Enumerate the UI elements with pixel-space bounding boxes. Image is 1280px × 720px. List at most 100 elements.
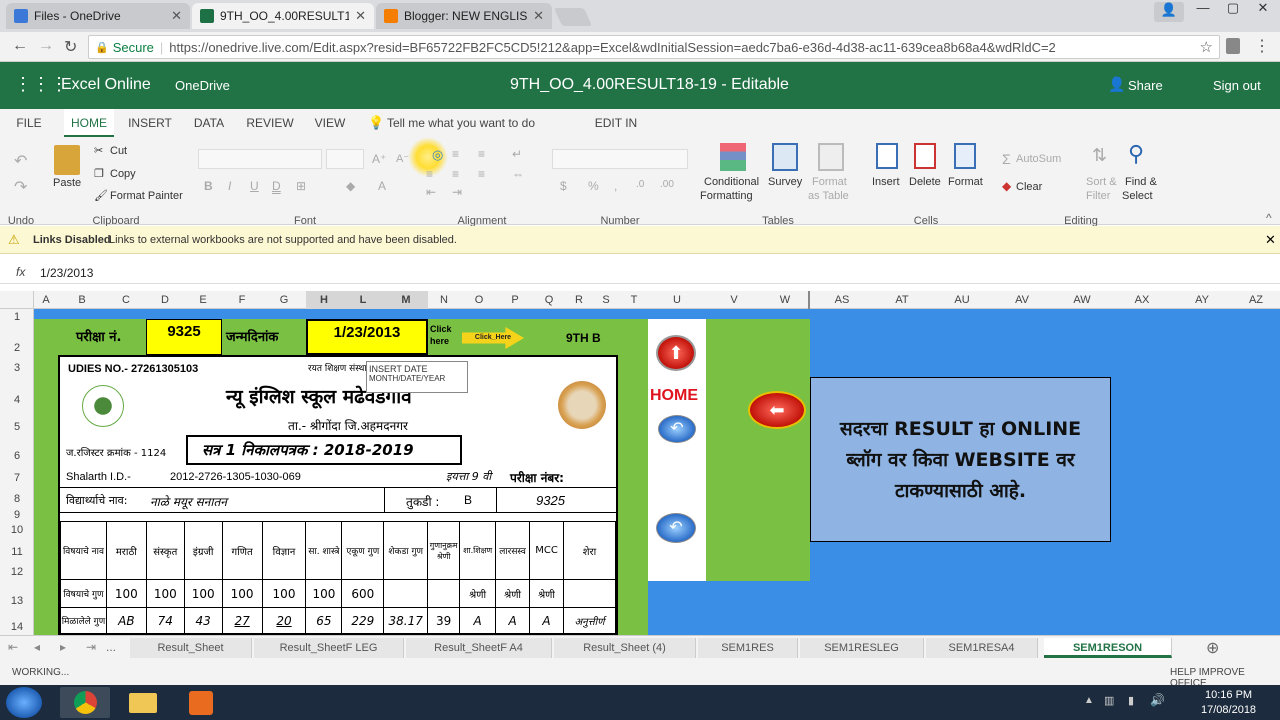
- table-cell[interactable]: 27: [221, 607, 263, 634]
- tab-insert[interactable]: INSERT: [124, 109, 176, 137]
- format-cells-button[interactable]: Format: [948, 176, 983, 188]
- column-header[interactable]: AU: [932, 291, 992, 309]
- table-cell[interactable]: 74: [145, 607, 185, 634]
- function-icon[interactable]: fx: [16, 265, 25, 279]
- table-cell[interactable]: AB: [105, 607, 147, 634]
- tab-home[interactable]: HOME: [64, 109, 114, 137]
- column-header[interactable]: P: [498, 291, 532, 309]
- wrap-text-icon[interactable]: ↵: [512, 147, 522, 161]
- column-header[interactable]: W: [762, 291, 810, 309]
- column-header[interactable]: D: [146, 291, 184, 309]
- column-header[interactable]: G: [262, 291, 306, 309]
- fill-color-icon[interactable]: ◆: [346, 179, 355, 193]
- left-arrow-button[interactable]: ⬅: [748, 391, 806, 429]
- autosum-button[interactable]: AutoSum: [1016, 153, 1061, 165]
- column-header[interactable]: AY: [1172, 291, 1232, 309]
- table-cell[interactable]: 43: [183, 607, 223, 634]
- dob-cell[interactable]: 1/23/2013: [306, 319, 428, 355]
- currency-icon[interactable]: $: [560, 179, 567, 193]
- network-icon[interactable]: ▥: [1104, 694, 1114, 707]
- up-arrow-button[interactable]: ⬆: [656, 335, 696, 371]
- column-header[interactable]: U: [648, 291, 706, 309]
- table-cell[interactable]: A: [459, 607, 497, 634]
- student-name[interactable]: नाळे मयूर सनातन: [150, 493, 227, 510]
- column-header[interactable]: A: [34, 291, 58, 309]
- survey-button[interactable]: Survey: [768, 176, 802, 188]
- more-sheets-icon[interactable]: ...: [106, 640, 116, 654]
- new-tab-button[interactable]: [553, 8, 593, 26]
- table-cell[interactable]: 100: [305, 579, 343, 608]
- table-cell[interactable]: 600: [341, 579, 385, 608]
- battery-icon[interactable]: ▮: [1128, 694, 1134, 707]
- column-header[interactable]: AS: [812, 291, 872, 309]
- delete-cells-button[interactable]: Delete: [909, 176, 941, 188]
- select-all-corner[interactable]: [0, 291, 34, 309]
- column-header[interactable]: C: [106, 291, 146, 309]
- column-header[interactable]: V: [706, 291, 762, 309]
- decrease-decimal-icon[interactable]: .00: [660, 179, 674, 190]
- clock-date[interactable]: 17/08/2018: [1201, 704, 1256, 716]
- table-cell[interactable]: 100: [105, 579, 147, 608]
- row-header[interactable]: 6: [0, 450, 34, 462]
- row-header[interactable]: 1: [0, 311, 34, 323]
- bold-icon[interactable]: B: [204, 179, 213, 193]
- tell-me-input[interactable]: Tell me what you want to do: [386, 109, 536, 137]
- sheet-tab[interactable]: SEM1RESA4: [926, 638, 1038, 658]
- font-color-icon[interactable]: A: [378, 179, 386, 193]
- row-header[interactable]: 4: [0, 394, 34, 406]
- extension-icon[interactable]: [1226, 38, 1240, 54]
- align-middle-icon[interactable]: ≡: [478, 147, 485, 161]
- table-cell[interactable]: 65: [305, 607, 343, 634]
- column-header[interactable]: N: [428, 291, 460, 309]
- sheet-tab-active[interactable]: SEM1RESON: [1044, 638, 1172, 658]
- table-cell[interactable]: 100: [261, 579, 307, 608]
- align-top-icon[interactable]: ≡: [452, 147, 459, 161]
- align-right-icon[interactable]: ≡: [478, 167, 485, 181]
- font-name-dropdown[interactable]: [198, 149, 322, 169]
- browser-tab-onedrive[interactable]: Files - OneDrive ✕: [6, 3, 190, 29]
- table-cell[interactable]: [563, 579, 616, 608]
- menu-icon[interactable]: ⋮: [1254, 36, 1270, 56]
- column-header[interactable]: H: [306, 291, 342, 309]
- row-header[interactable]: 2: [0, 342, 34, 354]
- paste-button[interactable]: Paste: [53, 177, 81, 189]
- insert-cells-button[interactable]: Insert: [872, 176, 900, 188]
- column-header[interactable]: AT: [872, 291, 932, 309]
- taskbar-recorder[interactable]: [176, 687, 226, 718]
- close-window-icon[interactable]: ✕: [1248, 0, 1278, 20]
- copy-button[interactable]: Copy: [110, 168, 136, 180]
- row-header[interactable]: 8: [0, 493, 34, 505]
- close-message-icon[interactable]: ✕: [1265, 232, 1276, 248]
- row-header[interactable]: 10: [0, 524, 34, 536]
- increase-indent-icon[interactable]: ⇥: [452, 185, 462, 199]
- column-header[interactable]: S: [592, 291, 620, 309]
- table-cell[interactable]: [383, 579, 429, 608]
- row-header[interactable]: 3: [0, 362, 34, 374]
- taskbar-chrome[interactable]: [60, 687, 110, 718]
- close-tab-icon[interactable]: ✕: [355, 8, 366, 24]
- formula-input[interactable]: 1/23/2013: [40, 266, 93, 280]
- column-header[interactable]: L: [342, 291, 384, 309]
- browser-tab-blogger[interactable]: Blogger: NEW ENGLISH S ✕: [376, 3, 552, 29]
- reload-icon[interactable]: ↻: [64, 37, 77, 57]
- row-header[interactable]: 5: [0, 421, 34, 433]
- home-button[interactable]: HOME: [650, 387, 698, 405]
- sheet-tab[interactable]: SEM1RESLEG: [800, 638, 924, 658]
- font-size-dropdown[interactable]: [326, 149, 364, 169]
- column-header[interactable]: AX: [1112, 291, 1172, 309]
- table-cell[interactable]: 100: [183, 579, 223, 608]
- column-header[interactable]: E: [184, 291, 222, 309]
- clear-button[interactable]: Clear: [1016, 181, 1042, 193]
- forward-icon[interactable]: →: [38, 37, 54, 55]
- tray-expand-icon[interactable]: ▲: [1084, 695, 1094, 706]
- row-header[interactable]: 13: [0, 595, 34, 607]
- column-header[interactable]: O: [460, 291, 498, 309]
- table-cell[interactable]: A: [529, 607, 564, 634]
- borders-icon[interactable]: ⊞: [296, 179, 306, 193]
- table-cell[interactable]: 100: [221, 579, 263, 608]
- close-tab-icon[interactable]: ✕: [533, 8, 544, 24]
- tab-file[interactable]: FILE: [10, 109, 48, 137]
- column-header[interactable]: R: [566, 291, 592, 309]
- clock-time[interactable]: 10:16 PM: [1205, 689, 1252, 701]
- double-underline-icon[interactable]: D: [272, 179, 281, 193]
